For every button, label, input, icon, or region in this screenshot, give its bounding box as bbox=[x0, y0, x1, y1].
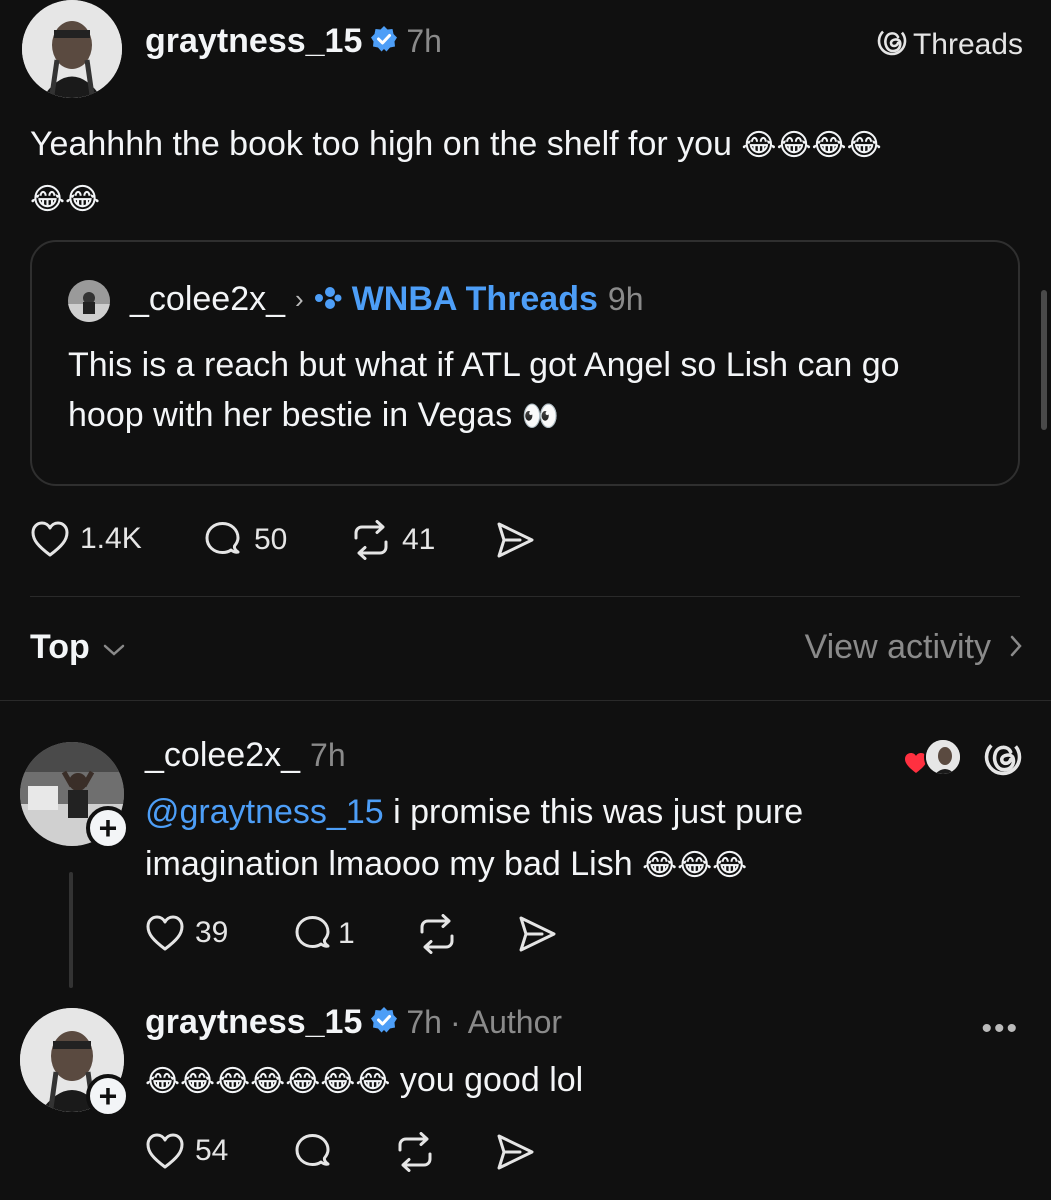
reply2-repost-button[interactable] bbox=[394, 1132, 436, 1172]
reply2-like-count: 54 bbox=[195, 1134, 229, 1167]
reply1-reply-count: 1 bbox=[338, 917, 355, 950]
view-activity-link[interactable]: View activity bbox=[805, 628, 1023, 667]
quote-time: 9h bbox=[607, 281, 644, 317]
post-emoji-line2: 😂😂 bbox=[30, 182, 101, 217]
reply2-time: 7h bbox=[406, 1004, 442, 1040]
reply2-header: graytness_15 7h · Author bbox=[145, 1003, 562, 1042]
post-emoji-line1: 😂😂😂😂 bbox=[741, 128, 882, 163]
reply1-username[interactable]: _colee2x_ bbox=[145, 736, 300, 775]
repost-icon bbox=[394, 1132, 436, 1172]
verified-icon bbox=[370, 1006, 398, 1039]
thread-connector-line bbox=[69, 872, 73, 988]
reply1-liked-by[interactable] bbox=[904, 738, 962, 778]
post-text-line1: Yeahhhh the book too high on the shelf f… bbox=[30, 125, 732, 163]
reply2-reply-button[interactable] bbox=[292, 1132, 334, 1172]
quote-body: This is a reach but what if ATL got Ange… bbox=[68, 340, 1008, 442]
divider-sort bbox=[0, 700, 1051, 701]
chevron-down-icon bbox=[102, 628, 126, 667]
reply1-time: 7h bbox=[310, 737, 346, 773]
verified-icon bbox=[370, 25, 398, 58]
reply1-like-count: 39 bbox=[195, 916, 229, 949]
reply-count: 50 bbox=[254, 523, 288, 556]
heart-icon bbox=[30, 520, 70, 558]
divider-top bbox=[30, 596, 1020, 597]
send-icon bbox=[516, 914, 558, 954]
avatar-graytness[interactable] bbox=[22, 0, 122, 98]
quote-line1: This is a reach but what if ATL got Ange… bbox=[68, 346, 900, 384]
heart-icon bbox=[145, 1132, 185, 1170]
repost-count: 41 bbox=[402, 523, 436, 556]
reply2-like-button[interactable]: 54 bbox=[145, 1132, 228, 1170]
threads-brand-label: Threads bbox=[912, 28, 1023, 61]
reply1-text-line2: imagination lmaooo my bad Lish bbox=[145, 845, 633, 883]
author-tag: · Author bbox=[449, 1004, 563, 1040]
repost-icon bbox=[350, 520, 392, 560]
reply2-username[interactable]: graytness_15 bbox=[145, 1003, 362, 1042]
quoted-post-card[interactable]: _colee2x_ › WNBA Threads 9h This is a re… bbox=[30, 240, 1020, 486]
like-button[interactable]: 1.4K bbox=[30, 520, 142, 558]
quote-username[interactable]: _colee2x_ bbox=[130, 280, 285, 319]
post-header: graytness_15 7h bbox=[145, 22, 442, 61]
reply2-body: 😂😂😂😂😂😂😂 you good lol bbox=[145, 1054, 1005, 1108]
send-icon bbox=[494, 520, 536, 560]
post-username[interactable]: graytness_15 bbox=[145, 22, 362, 61]
reply1-share-button[interactable] bbox=[516, 914, 558, 954]
send-icon bbox=[494, 1132, 536, 1172]
repost-button[interactable]: 41 bbox=[350, 520, 435, 560]
quote-community-link[interactable]: WNBA Threads bbox=[352, 280, 598, 319]
liker-avatar bbox=[924, 738, 962, 776]
like-count: 1.4K bbox=[80, 522, 142, 555]
heart-icon bbox=[145, 914, 185, 952]
repost-icon bbox=[416, 914, 458, 954]
quote-avatar[interactable] bbox=[68, 280, 110, 322]
threads-logo-icon[interactable] bbox=[984, 738, 1022, 781]
reply1-like-button[interactable]: 39 bbox=[145, 914, 228, 952]
threads-brand[interactable]: Threads bbox=[877, 26, 1023, 64]
reply2-text: you good lol bbox=[399, 1061, 584, 1099]
sort-dropdown[interactable]: Top bbox=[30, 628, 126, 667]
chevron-right-icon: › bbox=[295, 284, 304, 314]
sort-label: Top bbox=[30, 628, 90, 666]
comment-icon bbox=[202, 520, 244, 560]
view-activity-label: View activity bbox=[804, 628, 991, 666]
threads-logo-icon bbox=[877, 26, 907, 64]
reply1-header: _colee2x_ 7h bbox=[145, 736, 346, 775]
reply1-mention-link[interactable]: @graytness_15 bbox=[145, 793, 384, 831]
reply2-share-button[interactable] bbox=[494, 1132, 536, 1172]
quote-header: _colee2x_ › WNBA Threads 9h bbox=[130, 280, 643, 319]
follow-plus-button[interactable]: + bbox=[86, 1074, 130, 1118]
quote-emoji: 👀 bbox=[521, 399, 560, 434]
chevron-right-icon bbox=[1009, 628, 1023, 667]
quote-line2: hoop with her bestie in Vegas bbox=[68, 396, 513, 434]
reply1-reply-button[interactable]: 1 bbox=[292, 914, 355, 954]
reply1-text: i promise this was just pure bbox=[383, 793, 804, 831]
scrollbar[interactable] bbox=[1041, 290, 1047, 430]
post-body: Yeahhhh the book too high on the shelf f… bbox=[30, 118, 1020, 226]
reply1-body: @graytness_15 i promise this was just pu… bbox=[145, 786, 1005, 892]
community-icon bbox=[314, 280, 342, 319]
share-button[interactable] bbox=[494, 520, 536, 560]
comment-icon bbox=[292, 1132, 334, 1172]
post-time: 7h bbox=[406, 23, 442, 59]
reply2-emoji: 😂😂😂😂😂😂😂 bbox=[145, 1064, 391, 1099]
follow-plus-button[interactable]: + bbox=[86, 806, 130, 850]
reply-button[interactable]: 50 bbox=[202, 520, 287, 560]
comment-icon bbox=[292, 914, 334, 954]
reply1-repost-button[interactable] bbox=[416, 914, 458, 954]
reply1-emoji: 😂😂😂 bbox=[642, 848, 748, 883]
more-options-icon[interactable]: ••• bbox=[981, 1012, 1019, 1046]
